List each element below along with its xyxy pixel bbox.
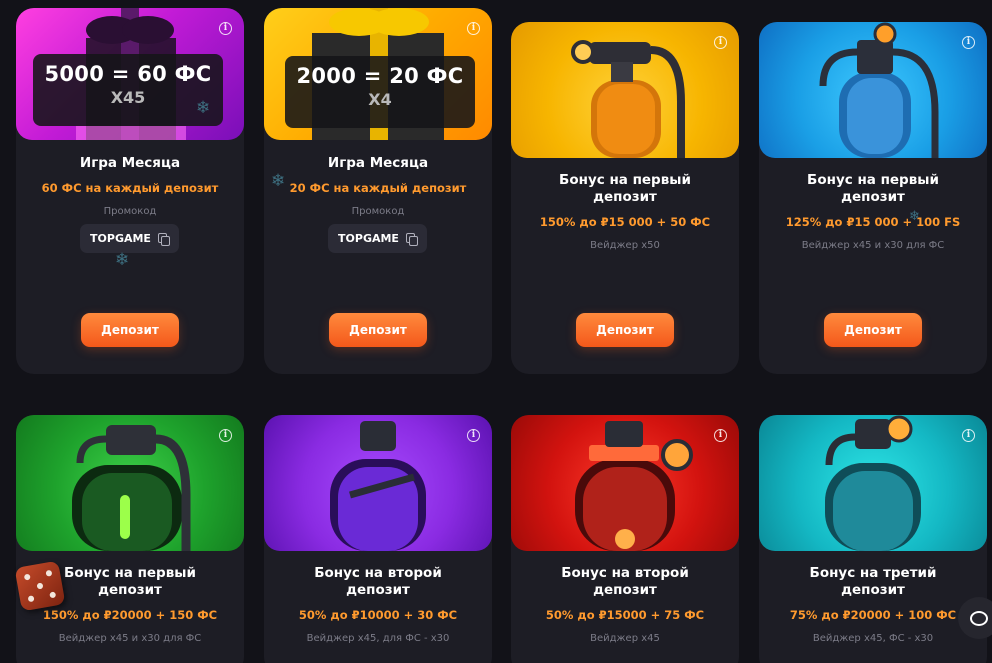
card-wager: Вейджер x45, для ФС - x30: [306, 633, 450, 644]
copy-icon[interactable]: [405, 232, 418, 246]
bonus-card-first-deposit-1: i Бонус на первый депозит 150% до ₽15 00…: [511, 22, 739, 374]
card-offer: 20 ФС на каждый депозит: [289, 181, 467, 195]
card-title: Бонус на второй депозит: [511, 565, 739, 599]
deposit-button[interactable]: Депозит: [824, 313, 922, 347]
card-title-line1: Бонус на первый: [807, 172, 939, 188]
gift-offer-label: 2000 = 20 ФС X4: [285, 56, 475, 128]
gift-box-image: 2000 = 20 ФС X4 i: [264, 8, 492, 140]
green-tank-illustration: [72, 425, 191, 551]
card-offer: 75% до ₽20000 + 100 ФС: [789, 608, 957, 622]
card-wager: Вейджер x45, ФС - x30: [812, 633, 934, 644]
card-title-line2: депозит: [593, 189, 657, 205]
deposit-button[interactable]: Депозит: [81, 313, 179, 347]
info-icon[interactable]: i: [714, 429, 727, 442]
bonus-card-first-deposit-2: i Бонус на первый депозит 125% до ₽15 00…: [759, 22, 987, 374]
gas-tank-image: i: [16, 415, 244, 551]
card-title: Бонус на третий депозит: [759, 565, 987, 599]
card-offer: 150% до ₽15 000 + 50 ФС: [539, 215, 711, 229]
promo-label: Промокод: [351, 206, 405, 217]
purple-tank-illustration: [330, 421, 426, 551]
bonus-card-first-deposit-3: i Бонус на первый депозит 150% до ₽20000…: [16, 415, 244, 663]
gas-tank-image: i: [759, 415, 987, 551]
promo-code-box[interactable]: TOPGAME: [80, 224, 179, 253]
snowflake-icon: ❄: [115, 250, 130, 270]
deposit-button[interactable]: Депозит: [329, 313, 427, 347]
card-offer: 50% до ₽10000 + 30 ФС: [298, 608, 458, 622]
card-title: Игра Месяца: [327, 155, 429, 171]
info-icon[interactable]: i: [467, 22, 480, 35]
bonus-card-game-of-month-2: 2000 = 20 ФС X4 i Игра Месяца ❄ 20 ФС на…: [264, 8, 492, 374]
gas-tank-image: i: [511, 415, 739, 551]
copy-icon[interactable]: [157, 232, 170, 246]
card-offer: 50% до ₽15000 + 75 ФС: [545, 608, 705, 622]
card-wager: Вейджер x45: [590, 633, 660, 644]
bonus-card-second-deposit-2: i Бонус на второй депозит 50% до ₽15000 …: [511, 415, 739, 663]
card-wager: Вейджер x50: [590, 240, 660, 251]
card-wager: Вейджер x45 и x30 для ФС: [58, 633, 202, 644]
gift-offer-label: 5000 = 60 ФС X45: [33, 54, 223, 126]
card-title-line1: Бонус на второй: [561, 565, 689, 581]
card-title-line1: Бонус на второй: [314, 565, 442, 581]
info-icon[interactable]: i: [962, 36, 975, 49]
gas-tank-image: i: [511, 22, 739, 158]
bonus-card-third-deposit: i Бонус на третий депозит 75% до ₽20000 …: [759, 415, 987, 663]
blue-tank-illustration: [819, 22, 939, 158]
info-icon[interactable]: i: [467, 429, 480, 442]
card-title-line2: депозит: [98, 582, 162, 598]
card-title-line1: Бонус на третий: [809, 565, 937, 581]
dice-icon: [14, 560, 66, 612]
card-title-line1: Бонус на первый: [559, 172, 691, 188]
card-title-line2: депозит: [841, 189, 905, 205]
gas-tank-image: i: [759, 22, 987, 158]
info-icon[interactable]: i: [714, 36, 727, 49]
promo-code: TOPGAME: [90, 232, 151, 245]
card-title-line2: депозит: [841, 582, 905, 598]
card-offer: 60 ФС на каждый депозит: [41, 181, 219, 195]
card-title-line1: Бонус на первый: [64, 565, 196, 581]
gas-tank-image: i: [264, 415, 492, 551]
card-title-line2: депозит: [346, 582, 410, 598]
card-title: Бонус на второй депозит: [264, 565, 492, 599]
cyan-tank-illustration: [825, 415, 921, 551]
promo-label: Промокод: [103, 206, 157, 217]
card-wager: Вейджер x45 и x30 для ФС: [801, 240, 945, 251]
card-title: Бонус на первый депозит: [511, 172, 739, 206]
gift-offer-line1: 2000 = 20 ФС: [296, 64, 464, 88]
snowflake-icon: ❄: [909, 209, 920, 224]
card-offer: 125% до ₽15 000 + 100 FS: [785, 215, 961, 229]
snowflake-icon: ❄: [196, 98, 211, 118]
card-title: Бонус на первый депозит: [759, 172, 987, 206]
orange-tank-illustration: [571, 40, 685, 158]
info-icon[interactable]: i: [219, 429, 232, 442]
chat-icon: [970, 610, 988, 626]
promo-code-box[interactable]: TOPGAME: [328, 224, 427, 253]
bonus-card-game-of-month-1: 5000 = 60 ФС X45 ❄ i Игра Месяца 60 ФС н…: [16, 8, 244, 374]
gift-offer-line2: X4: [368, 90, 392, 109]
bonus-card-second-deposit-1: i Бонус на второй депозит 50% до ₽10000 …: [264, 415, 492, 663]
chat-button[interactable]: [958, 597, 992, 639]
promo-code: TOPGAME: [338, 232, 399, 245]
info-icon[interactable]: i: [219, 22, 232, 35]
card-offer: 150% до ₽20000 + 150 ФС: [42, 608, 218, 622]
card-title: Игра Месяца: [79, 155, 181, 171]
card-title-line2: депозит: [593, 582, 657, 598]
deposit-button[interactable]: Депозит: [576, 313, 674, 347]
red-tank-illustration: [575, 421, 693, 551]
gift-box-image: 5000 = 60 ФС X45 ❄ i: [16, 8, 244, 140]
gift-offer-line2: X45: [110, 88, 146, 107]
info-icon[interactable]: i: [962, 429, 975, 442]
gift-offer-line1: 5000 = 60 ФС: [44, 62, 212, 86]
